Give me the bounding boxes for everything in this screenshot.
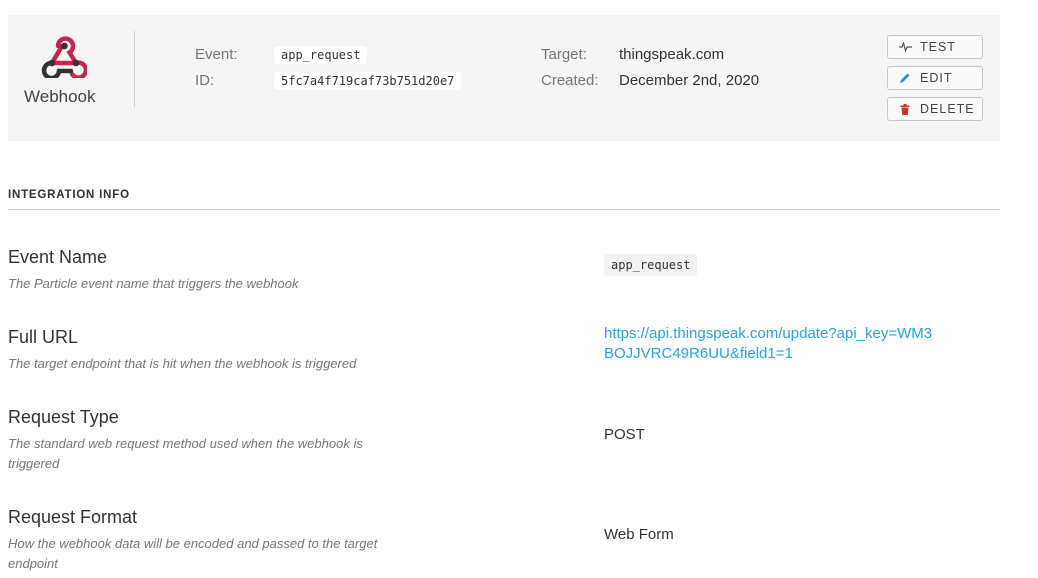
integration-logo: Webhook [8, 15, 118, 141]
header-divider [134, 31, 135, 107]
field-desc-event-name: The Particle event name that triggers th… [8, 276, 299, 291]
trash-icon [898, 102, 912, 116]
id-value: 5fc7a4f719caf73b751d20e7 [274, 72, 462, 90]
section-divider [8, 209, 1000, 210]
section-title: INTEGRATION INFO [8, 189, 130, 201]
delete-button[interactable]: DELETE [887, 97, 983, 121]
test-button[interactable]: TEST [887, 35, 983, 59]
integration-header-card: Webhook Event: app_request ID: 5fc7a4f71… [8, 15, 1000, 141]
integration-type-label: Webhook [24, 87, 96, 106]
delete-button-label: DELETE [920, 102, 975, 116]
field-value-event-name: app_request [604, 254, 698, 276]
field-desc-request-type: The standard web request method used whe… [8, 436, 363, 471]
full-url-link[interactable]: https://api.thingspeak.com/update?api_ke… [604, 324, 934, 364]
event-value: app_request [274, 46, 368, 64]
field-name-request-format: Request Format [8, 507, 138, 527]
created-label: Created: [541, 72, 599, 89]
target-label: Target: [541, 46, 587, 63]
field-desc-request-format: How the webhook data will be encoded and… [8, 536, 378, 571]
field-value-request-type: POST [604, 426, 645, 443]
target-value: thingspeak.com [619, 46, 725, 63]
edit-button[interactable]: EDIT [887, 66, 983, 90]
field-value-request-format: Web Form [604, 526, 674, 543]
field-name-full-url: Full URL [8, 327, 79, 347]
edit-button-label: EDIT [920, 71, 953, 85]
created-value: December 2nd, 2020 [619, 72, 760, 89]
event-label: Event: [195, 46, 238, 63]
field-name-request-type: Request Type [8, 407, 119, 427]
webhook-icon [41, 36, 87, 78]
field-name-event-name: Event Name [8, 247, 108, 267]
id-label: ID: [195, 72, 215, 89]
test-button-label: TEST [920, 40, 956, 54]
pulse-icon [898, 40, 912, 54]
field-desc-full-url: The target endpoint that is hit when the… [8, 356, 357, 371]
pencil-icon [898, 71, 912, 85]
